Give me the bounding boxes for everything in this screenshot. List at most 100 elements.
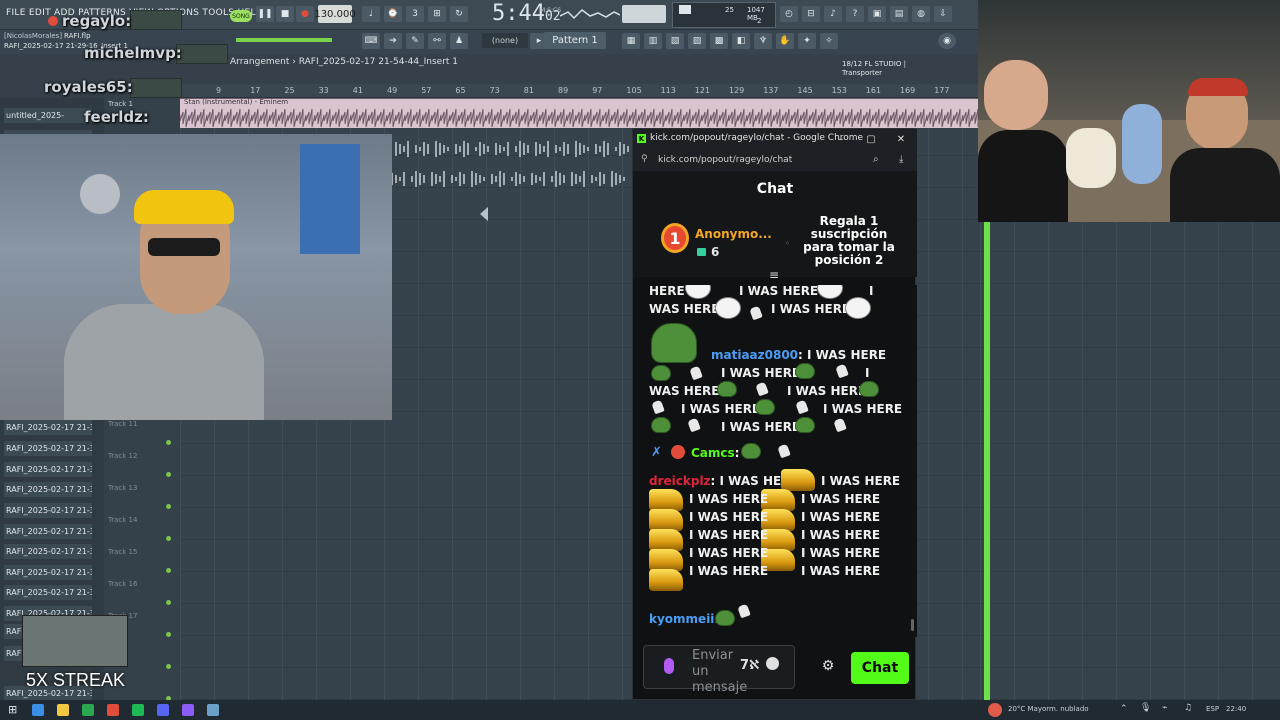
- fl-logo-icon[interactable]: ◉: [938, 33, 956, 49]
- snap-icon[interactable]: ✎: [406, 33, 424, 49]
- pause-icon[interactable]: ❚❚: [256, 6, 274, 22]
- chrome-titlebar[interactable]: K kick.com/popout/rageylo/chat - Google …: [633, 129, 917, 149]
- taskbar-app-icon[interactable]: [107, 704, 119, 716]
- track-active-dot[interactable]: [166, 632, 171, 637]
- loop-icon[interactable]: ↻: [450, 6, 468, 22]
- chat-username[interactable]: Camcs: [691, 446, 735, 460]
- taskbar-clock[interactable]: 22:40: [1226, 705, 1246, 713]
- taskbar-app-icon[interactable]: [57, 704, 69, 716]
- language-indicator[interactable]: ESP: [1206, 705, 1219, 713]
- chrome-address-bar[interactable]: ⚲ kick.com/popout/rageylo/chat ⌕ ⤓: [633, 149, 917, 171]
- taskbar-app-icon[interactable]: [132, 704, 144, 716]
- zoom-icon[interactable]: ⌕: [873, 154, 879, 165]
- track-active-dot[interactable]: [166, 600, 171, 605]
- snap-select[interactable]: (none): [482, 33, 528, 48]
- render-icon[interactable]: ▤: [890, 6, 908, 22]
- playlist-pattern-item[interactable]: RAFI_2025-02-17 21-32...: [4, 482, 92, 497]
- chat-username[interactable]: matiaaz0800: [711, 348, 798, 362]
- taskbar-app-icon[interactable]: [157, 704, 169, 716]
- track-label[interactable]: Track 12: [108, 452, 137, 460]
- playlist-pattern-item[interactable]: RAFI_2025-02-17 21-33...: [4, 544, 92, 559]
- leader-username[interactable]: Anonymo...: [695, 227, 772, 241]
- gift-leaderboard[interactable]: 1 Anonymo... 6 ◦ Regala 1 suscripción pa…: [633, 207, 917, 281]
- song-mode-toggle[interactable]: SONG: [230, 10, 252, 22]
- send-chat-button[interactable]: Chat: [851, 652, 909, 684]
- playlist-pattern-item[interactable]: RAFI_2025-02-17 21-32...: [4, 441, 92, 456]
- chat-icon[interactable]: ◍: [912, 6, 930, 22]
- collapse-handle-icon[interactable]: ≡: [765, 269, 783, 283]
- playlist-breadcrumb[interactable]: Arrangement › RAFI_2025-02-17 21-54-44_I…: [230, 57, 458, 67]
- playlist-icon[interactable]: ▦: [622, 33, 640, 49]
- taskbar-app-icon[interactable]: [32, 704, 44, 716]
- touch-icon[interactable]: ✋: [776, 33, 794, 49]
- mic-icon[interactable]: [664, 658, 674, 674]
- network-icon[interactable]: ⌁: [1162, 703, 1167, 713]
- url-text[interactable]: kick.com/popout/rageylo/chat: [658, 155, 792, 165]
- more-icon[interactable]: ✧: [820, 33, 838, 49]
- weather-text[interactable]: 20°C Mayorm. nublado: [1008, 705, 1089, 713]
- site-info-icon[interactable]: ⚲: [641, 154, 648, 164]
- download-icon[interactable]: ⤓: [899, 154, 903, 165]
- playlist-pattern-item[interactable]: RAFI_2025-02-17 21-33...: [4, 524, 92, 539]
- chat-scrollbar[interactable]: [911, 619, 914, 631]
- master-pitch-slider[interactable]: [236, 38, 332, 42]
- gear-icon[interactable]: ⚙: [821, 659, 835, 673]
- playlist-pattern-item[interactable]: RAFI_2025-02-17 21-32...: [4, 503, 92, 518]
- track-active-dot[interactable]: [166, 440, 171, 445]
- track-active-dot[interactable]: [166, 664, 171, 669]
- wait-icon[interactable]: ⌚: [384, 6, 402, 22]
- kick-emotes-icon[interactable]: 7ℵ: [740, 658, 759, 673]
- track-active-dot[interactable]: [166, 536, 171, 541]
- playlist-pattern-item[interactable]: RAFI_2025-02-17 21-32...: [4, 462, 92, 477]
- save-icon[interactable]: ▣: [868, 6, 886, 22]
- playlist-pattern-item[interactable]: untitled_2025-: [4, 108, 92, 123]
- track-active-dot[interactable]: [166, 504, 171, 509]
- taskbar-app-icon[interactable]: [82, 704, 94, 716]
- playlist-pattern-item[interactable]: RAFI_2025-02-17 21-33...: [4, 565, 92, 580]
- playlist-pattern-item[interactable]: RAFI_2025-02-17 21-32...: [4, 420, 92, 435]
- weather-icon[interactable]: [988, 703, 1002, 717]
- mic-icon[interactable]: ♪: [824, 6, 842, 22]
- plugin-icon[interactable]: ◧: [732, 33, 750, 49]
- track-label[interactable]: Track 13: [108, 484, 137, 492]
- track-active-dot[interactable]: [166, 472, 171, 477]
- metronome-icon[interactable]: ♩: [362, 6, 380, 22]
- countdown-icon[interactable]: 3: [406, 6, 424, 22]
- gift-promo-text[interactable]: Regala 1 suscripción para tomar la posic…: [799, 215, 899, 267]
- close-icon[interactable]: ✕: [891, 131, 911, 147]
- track-label[interactable]: Track 14: [108, 516, 137, 524]
- chat-username[interactable]: dreickplz: [649, 474, 711, 488]
- minimize-icon[interactable]: –: [831, 131, 851, 147]
- record-icon[interactable]: ●: [296, 6, 314, 22]
- channel-rack-icon[interactable]: ▧: [666, 33, 684, 49]
- playlist-grid-right[interactable]: [980, 222, 1280, 700]
- blend-icon[interactable]: ⊞: [428, 6, 446, 22]
- windows-start-icon[interactable]: ⊞: [8, 703, 17, 716]
- track-label[interactable]: Track 15: [108, 548, 137, 556]
- capture-icon[interactable]: ✦: [798, 33, 816, 49]
- chevron-up-icon[interactable]: ⌃: [1120, 704, 1128, 714]
- arrow-icon[interactable]: ➔: [384, 33, 402, 49]
- mic-tray-icon[interactable]: 🎙: [1140, 703, 1151, 713]
- stamp-icon[interactable]: ♟: [450, 33, 468, 49]
- track-label[interactable]: Track 11: [108, 420, 137, 428]
- pattern-selector[interactable]: Pattern 1: [544, 32, 606, 49]
- track-active-dot[interactable]: [166, 568, 171, 573]
- chat-messages[interactable]: HERE I WAS HERE I WAS HERE I WAS HERE ma…: [633, 285, 917, 637]
- track-label[interactable]: Track 16: [108, 580, 137, 588]
- mixer-icon[interactable]: ⊟: [802, 6, 820, 22]
- help-icon[interactable]: ?: [846, 6, 864, 22]
- clock-icon[interactable]: ◴: [780, 6, 798, 22]
- browser-icon[interactable]: ▩: [710, 33, 728, 49]
- taskbar-app-icon[interactable]: [182, 704, 194, 716]
- typing-keyboard-icon[interactable]: ⌨: [362, 33, 380, 49]
- timeline-ruler[interactable]: 9 17 25 33 41 49 57 65 73 81 89 97 105 113 121 129 137 14…: [180, 84, 980, 98]
- taskbar-app-icon[interactable]: [207, 704, 219, 716]
- mixer-view-icon[interactable]: ▨: [688, 33, 706, 49]
- tempo-display[interactable]: 130.000: [314, 5, 356, 23]
- piano-roll-icon[interactable]: ▥: [644, 33, 662, 49]
- volume-icon[interactable]: ♫: [1184, 703, 1192, 713]
- maximize-icon[interactable]: ▢: [861, 131, 881, 147]
- track-1-label[interactable]: Track 1: [108, 100, 133, 108]
- chat-username[interactable]: kyommeii: [649, 612, 714, 626]
